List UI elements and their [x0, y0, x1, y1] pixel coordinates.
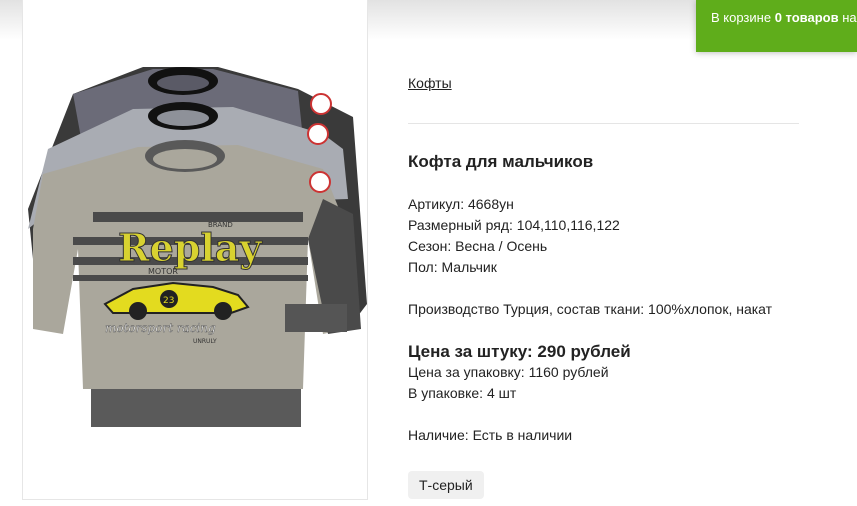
gender-text: Пол: Мальчик: [408, 259, 497, 275]
svg-text:UNRULY: UNRULY: [193, 338, 217, 345]
sizes-text: Размерный ряд: 104,110,116,122: [408, 217, 620, 233]
svg-text:23: 23: [163, 296, 174, 306]
product-image[interactable]: Replay BRAND MOTOR 23 motorsport racing …: [22, 0, 368, 500]
cart-text: В корзине 0 товаров на: [711, 10, 857, 25]
page-title: Кофта для мальчиков: [408, 152, 594, 171]
breadcrumb-category-link[interactable]: Кофты: [408, 75, 452, 91]
cart-count: 0 товаров: [774, 10, 839, 25]
color-option-button[interactable]: Т-серый: [408, 471, 484, 499]
svg-text:BRAND: BRAND: [208, 221, 233, 229]
divider: [408, 123, 799, 124]
production-text: Производство Турция, состав ткани: 100%х…: [408, 301, 773, 317]
season-text: Сезон: Весна / Осень: [408, 238, 548, 254]
availability-text: Наличие: Есть в наличии: [408, 427, 573, 443]
cart-banner[interactable]: В корзине 0 товаров на: [696, 0, 857, 52]
svg-text:motorsport racing: motorsport racing: [105, 321, 216, 335]
sweatshirt-image: Replay BRAND MOTOR 23 motorsport racing …: [28, 67, 367, 427]
article-text: Артикул: 4668ун: [408, 196, 514, 212]
pack-quantity: В упаковке: 4 шт: [408, 385, 517, 401]
svg-text:MOTOR: MOTOR: [148, 267, 178, 276]
price-per-pack: Цена за упаковку: 1160 рублей: [408, 364, 609, 380]
svg-text:Replay: Replay: [118, 225, 262, 270]
price-per-piece: Цена за штуку: 290 рублей: [408, 342, 631, 361]
